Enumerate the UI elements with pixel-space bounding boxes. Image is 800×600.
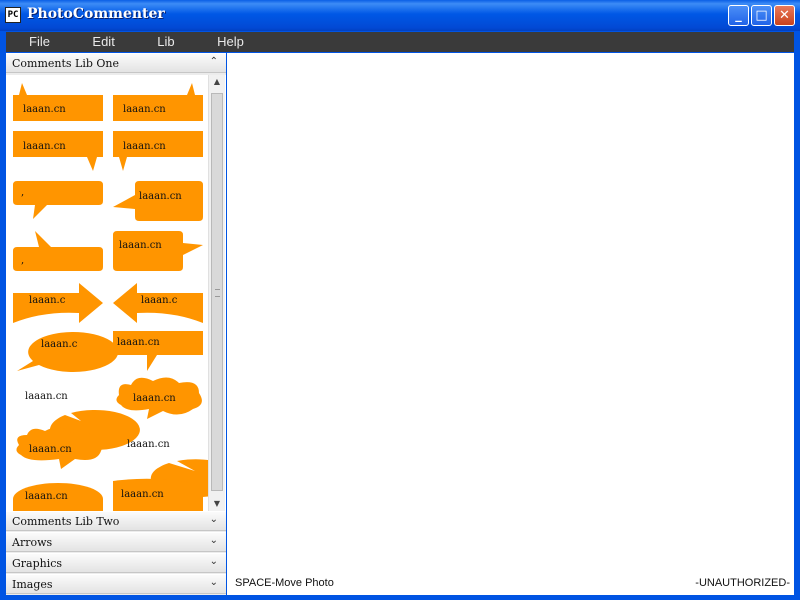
app-window: PC PhotoCommenter _ □ ✕ File Edit Lib He… xyxy=(0,0,800,600)
section-label: Comments Lib One xyxy=(12,57,120,70)
library-sidebar: Comments Lib One ⌃ laaan.cn laaan.cn laaan… xyxy=(6,53,226,595)
scroll-thumb[interactable] xyxy=(211,93,223,491)
section-label: Images xyxy=(12,578,53,591)
balloon-fill xyxy=(17,331,119,372)
minimize-button[interactable]: _ xyxy=(728,5,749,26)
balloon-text: laaan.c xyxy=(141,295,178,306)
balloon-text: , xyxy=(21,187,24,198)
balloon-fill xyxy=(13,231,103,271)
balloon-fill xyxy=(13,181,103,219)
balloon-text: laaan.cn xyxy=(123,141,166,152)
scroll-up-arrow-icon[interactable]: ▲ xyxy=(209,75,225,89)
oval-balloon-partial-shape[interactable]: laaan.cn xyxy=(13,483,103,511)
balloon-fill xyxy=(113,231,203,271)
section-label: Arrows xyxy=(12,536,53,549)
comments-lib-one-panel: laaan.cn laaan.cn laaan.cn laaan.cn, laaan.c… xyxy=(6,75,226,511)
close-button[interactable]: ✕ xyxy=(774,5,795,26)
section-graphics[interactable]: Graphics ⌄ xyxy=(6,553,226,573)
arrow-right-banner-shape[interactable]: laaan.c xyxy=(13,283,103,323)
scroll-grip-icon xyxy=(215,289,220,297)
title-bar[interactable]: PC PhotoCommenter _ □ ✕ xyxy=(0,0,800,31)
balloon-text: laaan.cn xyxy=(29,444,72,455)
balloon-text: laaan.cn xyxy=(133,393,176,404)
menu-help[interactable]: Help xyxy=(202,32,259,52)
balloon-text: laaan.cn xyxy=(119,240,162,251)
balloon-text: laaan.cn xyxy=(121,489,164,500)
menu-lib[interactable]: Lib xyxy=(142,32,189,52)
section-comments-lib-one[interactable]: Comments Lib One ⌃ xyxy=(6,53,226,73)
menu-edit[interactable]: Edit xyxy=(77,32,129,52)
section-label: Comments Lib Two xyxy=(12,515,120,528)
balloon-text: laaan.cn xyxy=(117,337,160,348)
rounded-balloon-tail-right-shape[interactable]: laaan.cn xyxy=(113,231,203,271)
menu-bar: File Edit Lib Help xyxy=(6,32,794,52)
chevron-down-icon: ⌄ xyxy=(209,577,218,588)
rounded-balloon-tail-left-shape[interactable]: laaan.cn xyxy=(113,181,203,221)
cloud-balloon-wide-shape[interactable]: laaan.cn xyxy=(16,427,103,469)
balloon-text: laaan.c xyxy=(41,339,78,350)
balloon-text: , xyxy=(21,255,24,266)
photo-canvas[interactable]: SPACE-Move Photo -UNAUTHORIZED- xyxy=(227,53,794,595)
balloon-text: laaan.cn xyxy=(25,391,68,402)
shape-gallery: laaan.cn laaan.cn laaan.cn laaan.cn, laaan.c… xyxy=(6,75,208,511)
balloon-tail-bottom-right-shape[interactable]: laaan.cn xyxy=(13,131,103,171)
cloud-balloon-shape[interactable]: laaan.cn xyxy=(116,377,202,419)
section-label: Graphics xyxy=(12,557,63,570)
rect-balloon-tail-bottom-shape[interactable]: laaan.cn xyxy=(113,331,203,371)
chevron-down-icon: ⌄ xyxy=(209,514,218,525)
menu-file[interactable]: File xyxy=(14,32,65,52)
section-comments-lib-two[interactable]: Comments Lib Two ⌄ xyxy=(6,511,226,531)
rounded-balloon-tail-top-shape[interactable]: , xyxy=(13,231,103,271)
balloon-text: laaan.cn xyxy=(139,191,182,202)
section-arrows[interactable]: Arrows ⌄ xyxy=(6,532,226,552)
balloon-text: laaan.c xyxy=(29,295,66,306)
vertical-scrollbar[interactable]: ▲ ▼ xyxy=(208,75,225,511)
chevron-down-icon: ⌄ xyxy=(209,556,218,567)
license-status: -UNAUTHORIZED- xyxy=(695,577,790,589)
balloon-tail-top-left-shape[interactable]: laaan.cn xyxy=(13,83,103,121)
chevron-down-icon: ⌄ xyxy=(209,535,218,546)
balloon-text: laaan.cn xyxy=(23,141,66,152)
balloon-fill xyxy=(13,83,103,121)
balloon-text: laaan.cn xyxy=(23,104,66,115)
window-title: PhotoCommenter xyxy=(27,6,165,22)
chevron-up-icon: ⌃ xyxy=(209,56,218,67)
shape-gallery-canvas: laaan.cn laaan.cn laaan.cn laaan.cn, laaan.c… xyxy=(13,83,208,511)
app-icon: PC xyxy=(5,7,21,23)
scroll-down-arrow-icon[interactable]: ▼ xyxy=(209,497,225,511)
arrow-left-banner-shape[interactable]: laaan.c xyxy=(113,283,203,323)
balloon-tail-bottom-left-shape[interactable]: laaan.cn xyxy=(113,131,203,171)
banner-partial-shape[interactable]: laaan.cn xyxy=(113,478,203,511)
balloon-fill xyxy=(113,83,203,121)
balloon-text: laaan.cn xyxy=(123,104,166,115)
maximize-button[interactable]: □ xyxy=(751,5,772,26)
rounded-balloon-tail-bottom-shape[interactable]: , xyxy=(13,181,103,219)
balloon-text: laaan.cn xyxy=(25,491,68,502)
balloon-tail-top-right-shape[interactable]: laaan.cn xyxy=(113,83,203,121)
balloon-text: laaan.cn xyxy=(127,439,170,450)
oval-balloon-tail-left-shape[interactable]: laaan.c xyxy=(17,331,119,372)
section-images[interactable]: Images ⌄ xyxy=(6,574,226,594)
status-hint: SPACE-Move Photo xyxy=(235,577,334,589)
